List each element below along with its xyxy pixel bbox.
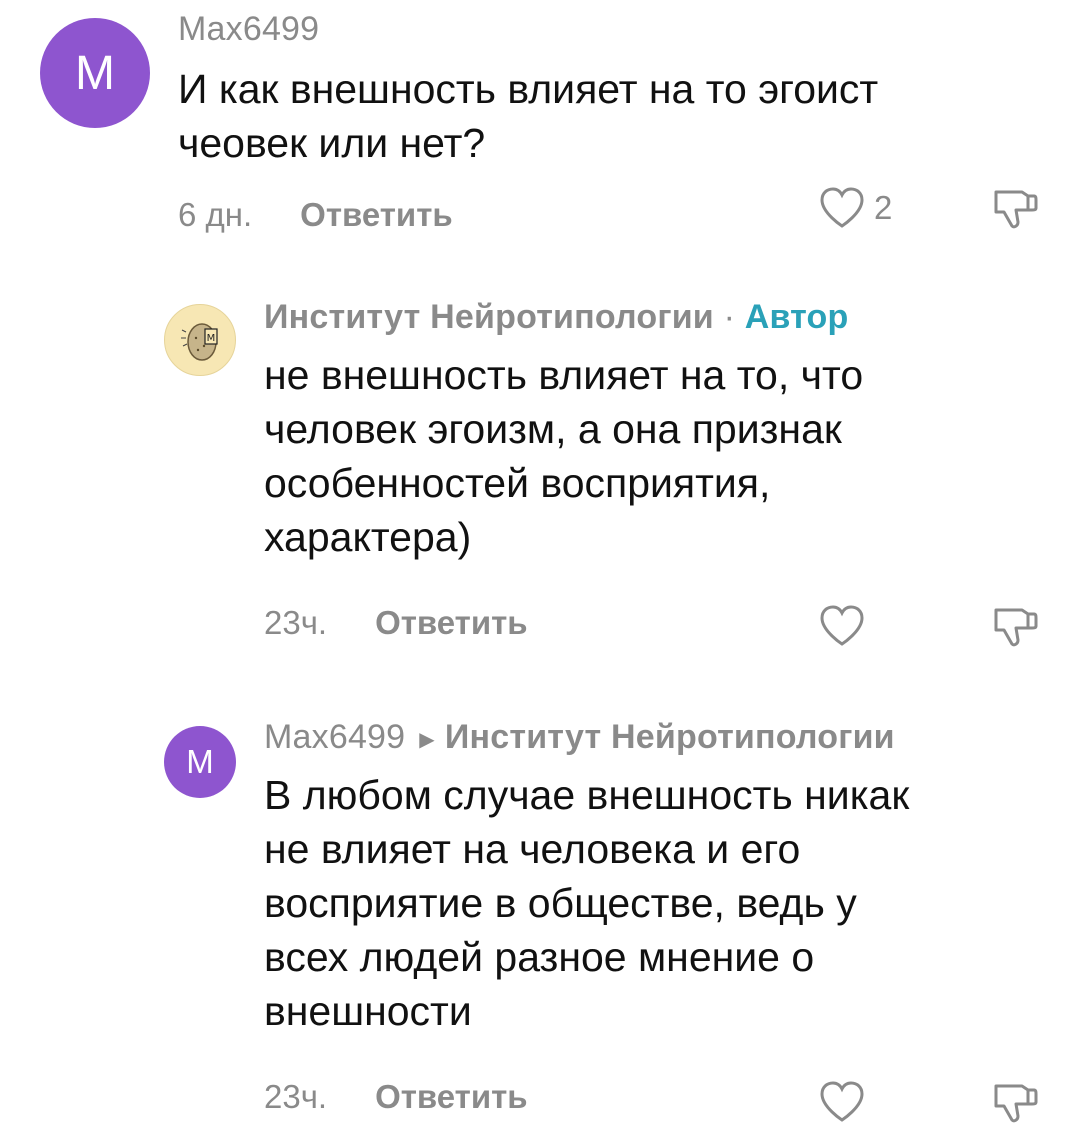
comment-reply-item: M Институт Нейротипологии · Автор не вне… bbox=[0, 270, 1080, 670]
heart-icon[interactable] bbox=[818, 604, 866, 648]
comment-meta: 23ч. Ответить bbox=[264, 1078, 528, 1116]
avatar[interactable]: M bbox=[40, 18, 150, 128]
like-button[interactable] bbox=[818, 1080, 866, 1124]
avatar-letter: M bbox=[186, 743, 214, 780]
like-button[interactable] bbox=[818, 604, 866, 648]
comment-text: И как внешность влияет на то эгоист чеов… bbox=[178, 66, 879, 166]
comment-reply-item: M Max6499 ▶ Институт Нейротипологии В любо… bbox=[0, 690, 1080, 1144]
heart-icon[interactable] bbox=[818, 186, 866, 230]
author-badge: Автор bbox=[744, 298, 849, 336]
comment-author: Институт Нейротипологии · Автор bbox=[264, 298, 849, 337]
comment-meta: 6 дн. Ответить bbox=[178, 196, 453, 234]
author-separator: · bbox=[723, 298, 736, 336]
comment-time: 6 дн. bbox=[178, 196, 253, 233]
thumbs-down-icon[interactable] bbox=[988, 186, 1040, 232]
reply-button[interactable]: Ответить bbox=[375, 1078, 528, 1116]
author-name[interactable]: Max6499 bbox=[178, 10, 319, 48]
comment-text: не внешность влияет на то, что человек э… bbox=[264, 352, 864, 560]
like-button[interactable]: 2 bbox=[818, 186, 892, 230]
reply-to-name[interactable]: Институт Нейротипологии bbox=[445, 718, 895, 756]
reply-button[interactable]: Ответить bbox=[300, 196, 453, 234]
heart-icon[interactable] bbox=[818, 1080, 866, 1124]
reply-arrow-icon: ▶ bbox=[419, 728, 435, 751]
avatar[interactable]: M bbox=[164, 726, 236, 798]
dislike-button[interactable] bbox=[988, 604, 1040, 650]
like-count: 2 bbox=[874, 189, 893, 226]
comment-text: В любом случае внешность никак не влияет… bbox=[264, 772, 910, 1034]
comment-time: 23ч. bbox=[264, 604, 328, 641]
comment-item: M Max6499 И как внешность влияет на то э… bbox=[0, 0, 1080, 270]
institute-logo-icon: M bbox=[172, 312, 228, 368]
author-name[interactable]: Институт Нейротипологии bbox=[264, 298, 714, 336]
avatar-letter: M bbox=[75, 46, 115, 100]
avatar[interactable]: M bbox=[164, 304, 236, 376]
dislike-button[interactable] bbox=[988, 1080, 1040, 1126]
comment-author: Max6499 ▶ Институт Нейротипологии bbox=[264, 718, 895, 757]
reply-button[interactable]: Ответить bbox=[375, 604, 528, 642]
comment-time: 23ч. bbox=[264, 1078, 328, 1115]
comment-meta: 23ч. Ответить bbox=[264, 604, 528, 642]
author-name[interactable]: Max6499 bbox=[264, 718, 405, 756]
dislike-button[interactable] bbox=[988, 186, 1040, 232]
thumbs-down-icon[interactable] bbox=[988, 604, 1040, 650]
thumbs-down-icon[interactable] bbox=[988, 1080, 1040, 1126]
svg-text:M: M bbox=[207, 333, 216, 344]
comment-author[interactable]: Max6499 bbox=[178, 10, 319, 49]
